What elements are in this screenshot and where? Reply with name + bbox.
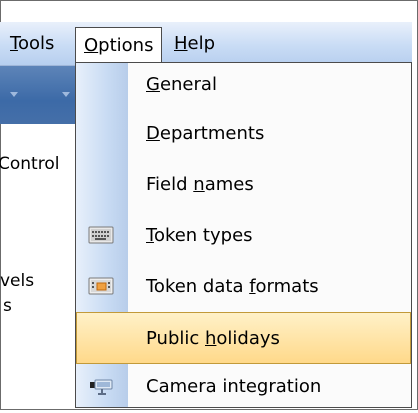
menu-item-field-names[interactable]: Field names	[76, 159, 411, 211]
menu-tools[interactable]: Tools	[3, 31, 61, 57]
keyboard-icon	[88, 223, 114, 247]
menu-item-label: General	[146, 74, 217, 95]
background-s-label: s	[3, 296, 12, 316]
menu-item-general[interactable]: General	[76, 59, 411, 111]
menu-item-token-data-formats[interactable]: Token data formats	[76, 261, 411, 313]
toolbar-arrow-icon[interactable]	[10, 92, 18, 97]
menu-item-label: Camera integration	[146, 376, 322, 397]
menu-item-label: Public holidays	[146, 328, 280, 349]
background-vels-label: vels	[0, 271, 35, 291]
menu-item-label: Departments	[146, 123, 265, 144]
toolbar-strip	[0, 66, 78, 124]
menu-item-label: Token types	[146, 225, 253, 246]
menu-item-public-holidays[interactable]: Public holidays	[76, 312, 411, 364]
menu-item-label: Token data formats	[146, 276, 319, 297]
menu-item-camera-integration[interactable]: Camera integration	[76, 361, 411, 413]
options-dropdown-menu: General Departments Field names Token ty…	[75, 62, 412, 408]
menu-item-departments[interactable]: Departments	[76, 108, 411, 160]
card-icon	[88, 274, 114, 298]
menu-help[interactable]: Help	[167, 31, 222, 57]
menu-item-label: Field names	[146, 174, 254, 195]
toolbar-dropdown-icon[interactable]	[62, 92, 70, 97]
background-control-label: Control	[0, 154, 60, 174]
menu-item-token-types[interactable]: Token types	[76, 210, 411, 262]
camera-icon	[88, 374, 114, 398]
